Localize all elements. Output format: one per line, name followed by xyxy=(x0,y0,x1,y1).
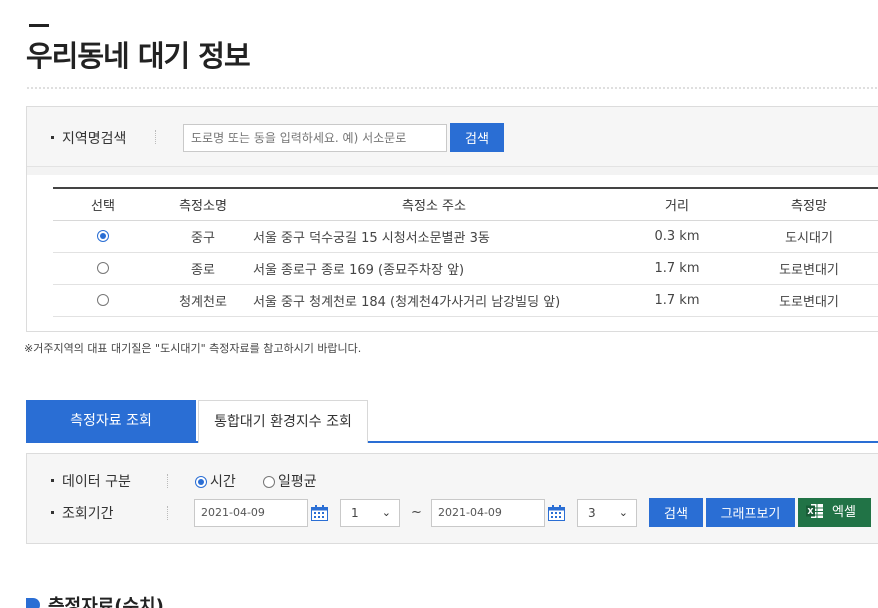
start-hour-select[interactable]: 1 ⌄ xyxy=(340,499,400,527)
station-radio[interactable] xyxy=(97,294,109,306)
station-distance: 0.3 km xyxy=(615,220,739,253)
graph-view-button[interactable]: 그래프보기 xyxy=(706,498,795,527)
divider xyxy=(155,130,156,144)
station-name: 청계천로 xyxy=(153,284,253,317)
period-label: 조회기간 xyxy=(51,503,114,523)
table-row[interactable]: 중구 서울 중구 덕수궁길 15 시청서소문별관 3동 0.3 km 도시대기 xyxy=(53,220,878,253)
table-row[interactable]: 청계천로 서울 중구 청계천로 184 (청계천4가사거리 남강빌딩 앞) 1.… xyxy=(53,284,878,317)
tab-bar: 측정자료 조회 통합대기 환경지수 조회 xyxy=(26,400,878,443)
station-table: 선택 측정소명 측정소 주소 거리 측정망 중구 서울 중구 덕수궁길 15 시… xyxy=(53,187,878,317)
option-hourly-radio[interactable] xyxy=(195,476,207,488)
tab-cai-index[interactable]: 통합대기 환경지수 조회 xyxy=(198,400,368,443)
station-name: 중구 xyxy=(153,220,253,253)
station-network: 도로변대기 xyxy=(739,284,878,317)
data-type-label: 데이터 구분 xyxy=(51,471,131,491)
col-header-distance: 거리 xyxy=(615,188,739,221)
station-distance: 1.7 km xyxy=(615,284,739,317)
station-network: 도로변대기 xyxy=(739,252,878,285)
divider xyxy=(167,506,168,520)
title-accent-bar xyxy=(29,24,49,27)
table-row[interactable]: 종로 서울 종로구 종로 169 (종묘주차장 앞) 1.7 km 도로변대기 xyxy=(53,252,878,285)
calendar-icon[interactable] xyxy=(311,505,328,521)
excel-icon: X xyxy=(806,504,823,518)
section-bullet-icon xyxy=(26,598,40,608)
station-radio-selected[interactable] xyxy=(97,230,109,242)
station-address: 서울 종로구 종로 169 (종묘주차장 앞) xyxy=(253,252,615,285)
station-name: 종로 xyxy=(153,252,253,285)
region-search-row: 지역명검색 검색 xyxy=(27,107,878,167)
chevron-down-icon: ⌄ xyxy=(618,506,628,519)
station-radio[interactable] xyxy=(97,262,109,274)
region-search-button[interactable]: 검색 xyxy=(450,123,504,152)
divider xyxy=(167,474,168,488)
station-distance: 1.7 km xyxy=(615,252,739,285)
station-address: 서울 중구 청계천로 184 (청계천4가사거리 남강빌딩 앞) xyxy=(253,284,615,317)
result-area: 선택 측정소명 측정소 주소 거리 측정망 중구 서울 중구 덕수궁길 15 시… xyxy=(27,167,878,332)
chevron-down-icon: ⌄ xyxy=(381,506,391,519)
region-search-label: 지역명검색 xyxy=(51,128,126,148)
station-network: 도시대기 xyxy=(739,220,878,253)
tab-measurement-data[interactable]: 측정자료 조회 xyxy=(26,400,196,443)
col-header-network: 측정망 xyxy=(739,188,878,221)
section-title: 측정자료(수치) xyxy=(48,596,164,608)
end-hour-select[interactable]: 3 ⌄ xyxy=(577,499,637,527)
query-search-button[interactable]: 검색 xyxy=(649,498,703,527)
col-header-address: 측정소 주소 xyxy=(253,188,615,221)
station-address: 서울 중구 덕수궁길 15 시청서소문별관 3동 xyxy=(253,220,615,253)
title-divider xyxy=(26,86,878,90)
option-daily-radio[interactable] xyxy=(263,476,275,488)
option-daily-label[interactable]: 일평균 xyxy=(278,471,317,491)
excel-download-button[interactable]: X 엑셀 xyxy=(798,498,871,527)
end-date-input[interactable]: 2021-04-09 xyxy=(431,499,545,527)
notice-text: ※거주지역의 대표 대기질은 "도시대기" 측정자료를 참고하시기 바랍니다. xyxy=(24,342,362,355)
option-hourly-label[interactable]: 시간 xyxy=(210,471,236,491)
page-title: 우리동네 대기 정보 xyxy=(26,39,251,73)
calendar-icon[interactable] xyxy=(548,505,565,521)
range-separator: ~ xyxy=(411,505,422,520)
table-header-row: 선택 측정소명 측정소 주소 거리 측정망 xyxy=(53,188,878,221)
col-header-station: 측정소명 xyxy=(153,188,253,221)
region-search-input[interactable] xyxy=(183,124,447,152)
start-date-input[interactable]: 2021-04-09 xyxy=(194,499,308,527)
query-panel: 데이터 구분 시간 일평균 조회기간 2021-04-09 1 ⌄ ~ 2021-… xyxy=(26,453,878,544)
svg-text:X: X xyxy=(807,507,814,516)
col-header-select: 선택 xyxy=(53,188,153,221)
region-search-panel: 지역명검색 검색 선택 측정소명 측정소 주소 거리 측정망 xyxy=(26,106,878,332)
